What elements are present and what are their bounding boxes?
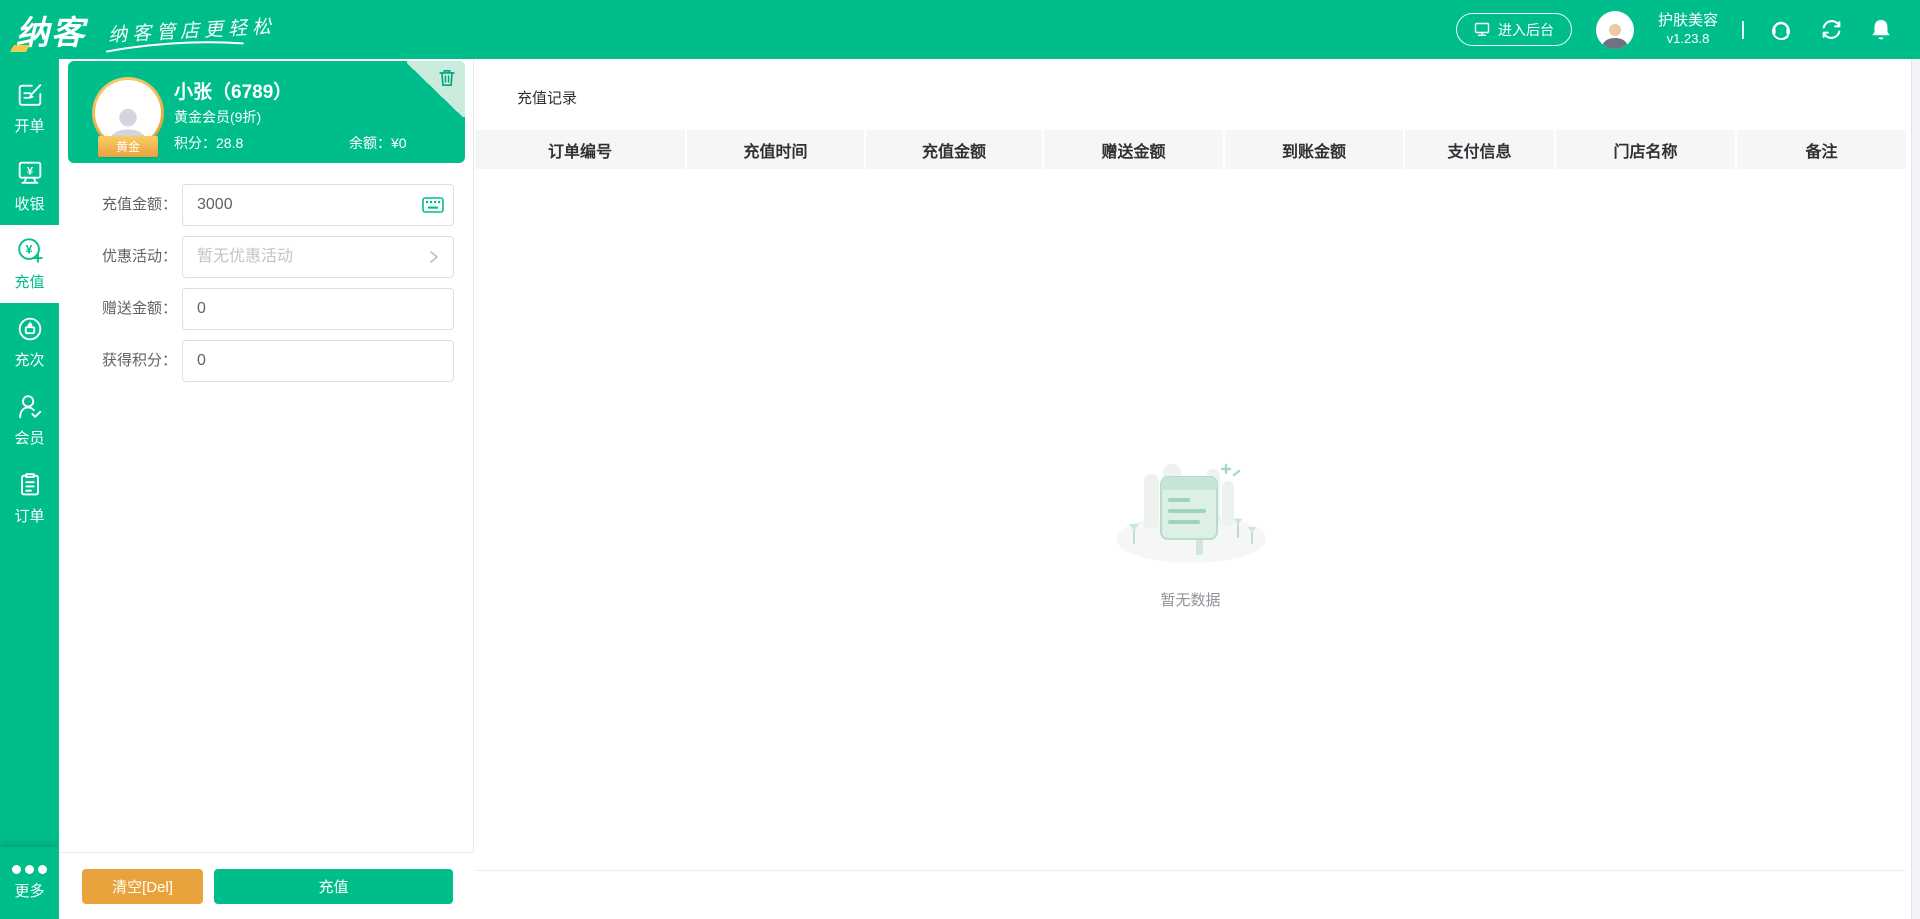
avatar-person-icon [1601,23,1628,49]
app-header: 纳客 纳客管店更轻松 进入后台 护肤美容 v1.23.8 [0,0,1920,59]
sidebar-item-billing[interactable]: 开单 [0,69,59,147]
more-dots-icon [12,865,47,874]
store-info: 护肤美容 v1.23.8 [1658,11,1718,47]
svg-text:¥: ¥ [26,165,33,177]
app-logo: 纳客 [9,6,86,54]
member-icon [18,395,41,419]
member-level-badge: 黄金 [90,136,166,157]
panel-footer: 清空[Del] 充值 [59,852,474,919]
keyboard-icon[interactable] [422,197,444,218]
earned-points-input[interactable] [182,340,454,382]
user-avatar[interactable] [1595,10,1634,49]
points-value: 28.8 [216,135,244,151]
empty-state: 暂无数据 [475,439,1906,610]
monitor-icon [1474,22,1490,37]
chevron-right-icon [429,250,439,269]
enter-backend-label: 进入后台 [1497,21,1554,38]
trash-icon [439,70,455,87]
member-points: 积分：28.8 [174,133,243,153]
recharge-amount-row: 充值金额： [59,184,474,226]
enter-backend-button[interactable]: 进入后台 [1455,13,1572,46]
times-card-icon [18,317,41,341]
sidebar-nav: 开单 ¥ 收银 ¥ 充值 充次 会员 订单 [0,59,59,919]
sidebar-item-more[interactable]: 更多 [0,847,59,919]
column-recharge-amount: 充值金额 [866,130,1044,169]
support-icon[interactable] [1768,17,1794,43]
bill-icon [18,84,41,106]
sidebar-more-label: 更多 [14,883,45,900]
store-name: 护肤美容 [1657,12,1718,30]
empty-text: 暂无数据 [1160,592,1221,609]
gift-amount-input[interactable] [182,288,454,330]
sidebar-item-label: 开单 [14,118,45,135]
sidebar-item-cashier[interactable]: ¥ 收银 [0,147,59,225]
header-divider [1742,20,1744,39]
clear-button[interactable]: 清空[Del] [82,869,203,904]
member-card: 黄金 小张（6789） 黄金会员(9折) 积分：28.8 余额：¥0 [68,61,465,163]
gift-amount-row: 赠送金额： [59,288,474,330]
svg-text:¥: ¥ [25,242,32,256]
remove-member-button[interactable] [437,67,457,93]
sidebar-item-order[interactable]: 订单 [0,459,59,537]
bell-icon[interactable] [1868,17,1894,43]
promo-activity-select[interactable] [182,236,454,278]
cashier-icon: ¥ [18,161,41,184]
column-order-no: 订单编号 [475,130,687,169]
header-right: 进入后台 护肤美容 v1.23.8 [1455,10,1920,49]
app-version: v1.23.8 [1666,30,1710,46]
records-table-header: 订单编号 充值时间 充值金额 赠送金额 到账金额 支付信息 门店名称 备注 [475,130,1906,169]
recharge-button[interactable]: 充值 [214,869,453,904]
recharge-records-section: 充值记录 订单编号 充值时间 充值金额 赠送金额 到账金额 支付信息 门店名称 … [475,59,1911,919]
sync-icon[interactable] [1818,17,1844,43]
column-store-name: 门店名称 [1556,130,1737,169]
member-name: 小张（6789） [174,82,293,103]
scrollbar-track[interactable] [1911,59,1920,919]
sidebar-item-label: 收银 [14,196,45,213]
points-label: 积分： [174,135,216,151]
column-recharge-time: 充值时间 [687,130,866,169]
balance-value: ¥0 [391,135,407,151]
recharge-amount-input[interactable] [182,184,454,226]
promo-activity-label: 优惠活动： [101,248,177,265]
column-payment-info: 支付信息 [1405,130,1556,169]
column-gift-amount: 赠送金额 [1044,130,1225,169]
sidebar-item-label: 充次 [14,352,45,369]
earned-points-row: 获得积分： [59,340,474,382]
records-title: 充值记录 [517,90,578,107]
empty-illustration-icon [1115,463,1266,563]
order-icon [20,473,39,496]
column-arrival-amount: 到账金额 [1225,130,1405,169]
app-tagline: 纳客管店更轻松 [106,12,277,53]
member-level: 黄金会员(9折) [174,109,262,125]
sidebar-item-label: 充值 [14,274,45,291]
column-remark: 备注 [1805,143,1838,161]
recharge-icon: ¥ [17,238,43,263]
member-balance: 余额：¥0 [349,133,407,153]
sidebar-item-member[interactable]: 会员 [0,381,59,459]
gift-amount-label: 赠送金额： [101,300,177,317]
earned-points-label: 获得积分： [101,352,177,369]
recharge-panel: 黄金 小张（6789） 黄金会员(9折) 积分：28.8 余额：¥0 充值金额：… [59,59,474,919]
balance-label: 余额： [349,135,391,151]
sidebar-item-recharge[interactable]: ¥ 充值 [0,225,59,303]
sidebar-item-label: 会员 [14,430,45,447]
sidebar-item-times-card[interactable]: 充次 [0,303,59,381]
recharge-amount-label: 充值金额： [101,196,177,213]
sidebar-item-label: 订单 [14,508,45,525]
promo-activity-row: 优惠活动： [59,236,474,278]
table-bottom-divider [475,870,1906,871]
